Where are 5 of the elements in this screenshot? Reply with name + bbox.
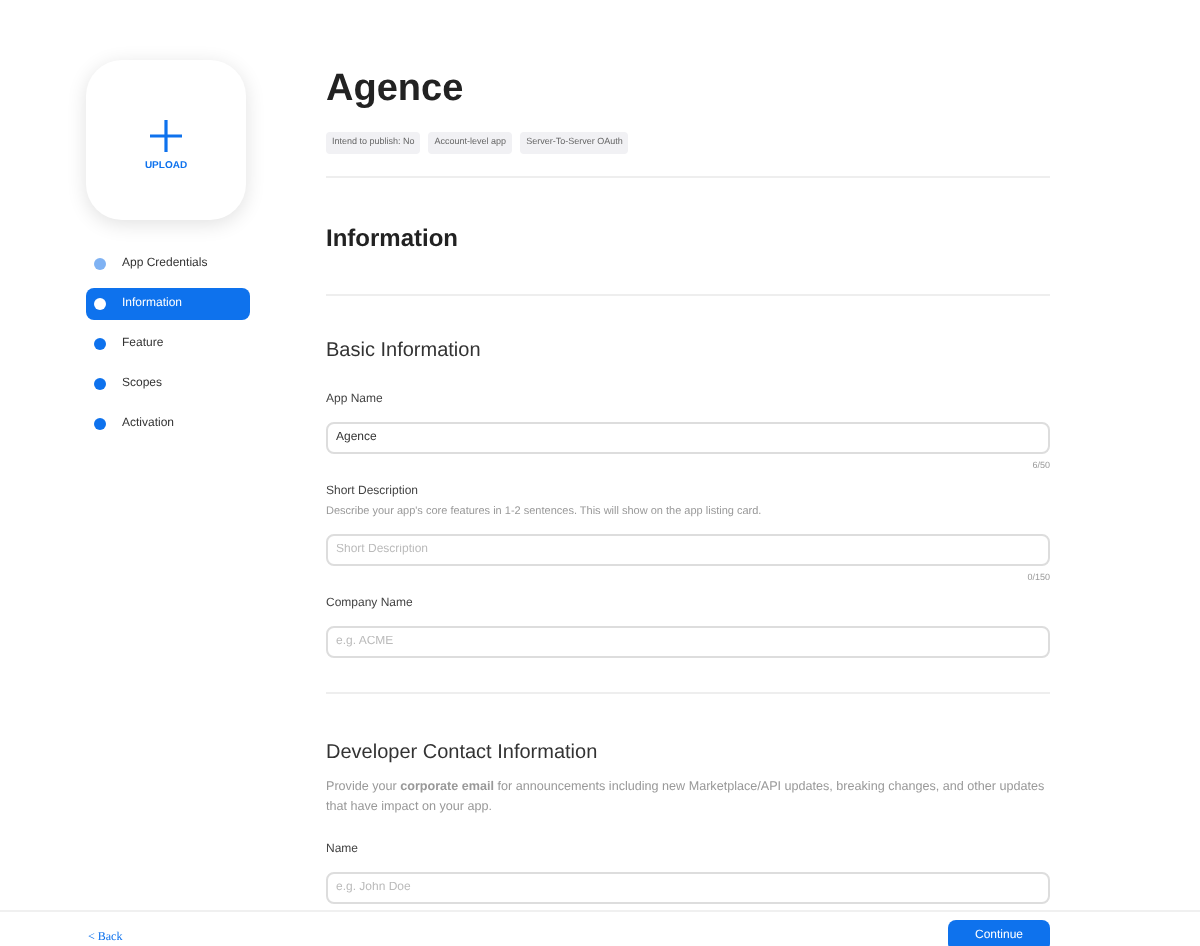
section-heading: Basic Information bbox=[326, 337, 483, 366]
app-title: Agence bbox=[326, 68, 466, 112]
section-title: Information bbox=[326, 221, 460, 256]
plus-icon bbox=[148, 117, 184, 154]
section-heading: Developer Contact Information bbox=[326, 739, 600, 768]
